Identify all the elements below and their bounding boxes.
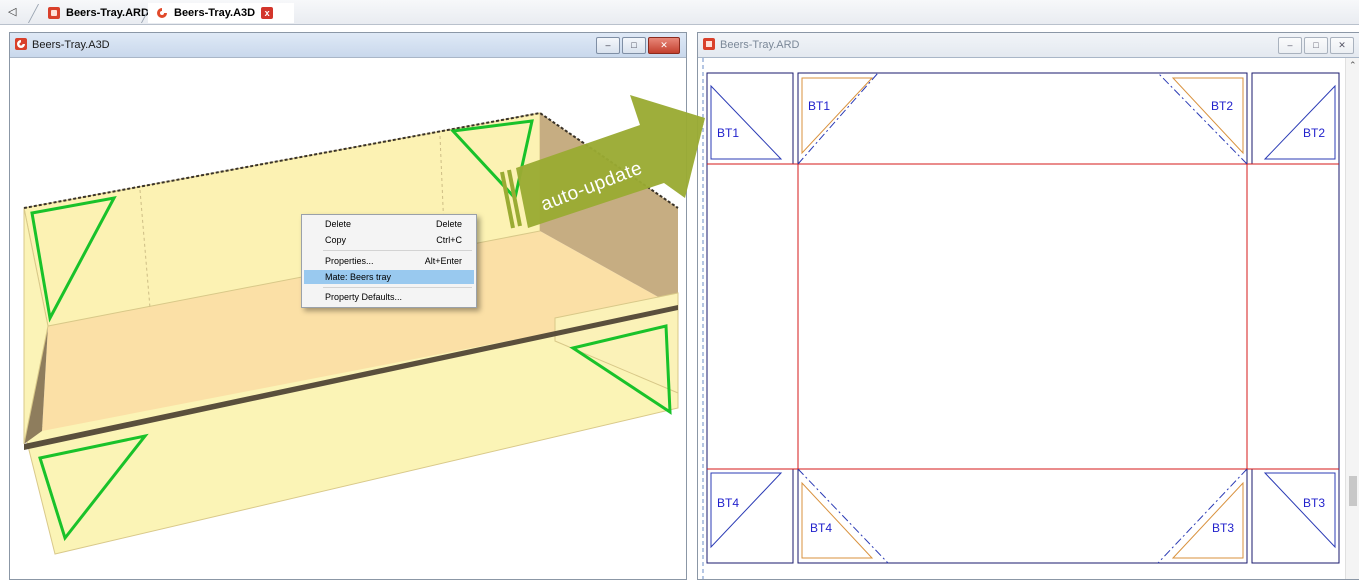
ard-file-icon	[703, 37, 715, 53]
bt3-side-triangle	[1263, 472, 1336, 549]
minimize-button[interactable]: –	[596, 37, 620, 54]
maximize-button[interactable]: □	[622, 37, 646, 54]
bt4-side-triangle	[710, 472, 783, 549]
ard-file-icon	[48, 7, 60, 19]
close-tab-icon[interactable]: x	[261, 7, 274, 19]
corner-panel-bottom-left	[706, 468, 794, 564]
ard-window-title: Beers-Tray.ARD	[720, 39, 800, 51]
scroll-up-icon[interactable]: ⌃	[1349, 60, 1357, 71]
minimize-button[interactable]: –	[1278, 37, 1302, 54]
bt4-flap-label: BT4	[810, 521, 832, 535]
ard-window-titlebar[interactable]: Beers-Tray.ARD – □ ✕	[698, 33, 1359, 58]
a3d-file-icon	[15, 37, 27, 53]
tab-beers-tray-a3d[interactable]: Beers-Tray.A3D x	[148, 3, 294, 23]
bt2-flap-triangle	[1171, 77, 1244, 155]
bt3-side-label: BT3	[1303, 496, 1325, 510]
a3d-window-title: Beers-Tray.A3D	[32, 39, 110, 51]
bt2-side-label: BT2	[1303, 126, 1325, 140]
menu-item-properties[interactable]: Properties... Alt+Enter	[304, 254, 474, 268]
a3d-file-icon	[156, 7, 168, 19]
tab-scroll-left-button[interactable]: ◁	[8, 5, 16, 18]
bt4-side-label: BT4	[717, 496, 739, 510]
menu-item-delete[interactable]: Delete Delete	[304, 217, 474, 231]
corner-panel-bottom-right	[1251, 468, 1340, 564]
document-tab-strip: ◁ Beers-Tray.ARD Beers-Tray.A3D x	[0, 0, 1359, 25]
a3d-document-window: Beers-Tray.A3D – □ ✕ Delete Delete Copy …	[9, 32, 687, 580]
bt2-side-triangle	[1263, 84, 1336, 160]
close-button[interactable]: ✕	[648, 37, 680, 54]
scrollbar-thumb[interactable]	[1349, 476, 1357, 506]
menu-item-property-defaults[interactable]: Property Defaults...	[304, 290, 474, 304]
window-controls: – □ ✕	[596, 37, 680, 54]
a3d-window-titlebar[interactable]: Beers-Tray.A3D – □ ✕	[10, 33, 686, 58]
corner-panel-top-left	[706, 72, 794, 165]
3d-viewport[interactable]: Delete Delete Copy Ctrl+C Properties... …	[10, 58, 686, 579]
window-controls: – □ ✕	[1278, 37, 1354, 54]
menu-item-copy[interactable]: Copy Ctrl+C	[304, 233, 474, 247]
bt2-flap-label: BT2	[1211, 99, 1233, 113]
menu-separator	[323, 250, 472, 251]
menu-item-mate-beers-tray[interactable]: Mate: Beers tray	[304, 270, 474, 284]
bt1-side-label: BT1	[717, 126, 739, 140]
bt1-flap-label: BT1	[808, 99, 830, 113]
maximize-button[interactable]: □	[1304, 37, 1328, 54]
vertical-scrollbar[interactable]: ⌃	[1345, 58, 1359, 579]
tab-divider	[27, 4, 40, 23]
corner-panel-top-right	[1251, 72, 1340, 165]
tab-label: Beers-Tray.ARD	[66, 7, 149, 19]
bt1-flap-triangle	[801, 77, 874, 155]
menu-separator	[323, 287, 472, 288]
tab-label: Beers-Tray.A3D	[174, 7, 256, 19]
2d-design-view[interactable]: BT1 BT1 BT2 BT2 BT4 BT4 BT3 BT3	[698, 58, 1346, 579]
bt1-side-triangle	[710, 84, 783, 160]
bt3-flap-label: BT3	[1212, 521, 1234, 535]
close-button[interactable]: ✕	[1330, 37, 1354, 54]
crease-lines	[707, 163, 1339, 470]
ard-document-window: Beers-Tray.ARD – □ ✕ BT1 BT1 BT2 BT2 BT4…	[697, 32, 1359, 580]
context-menu: Delete Delete Copy Ctrl+C Properties... …	[301, 214, 477, 308]
